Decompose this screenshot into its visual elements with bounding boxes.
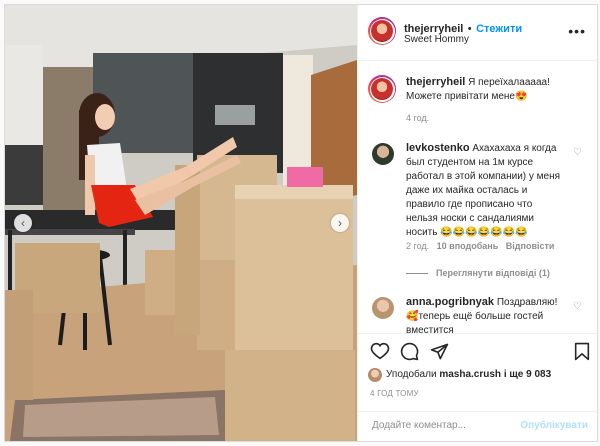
comment-like-icon[interactable]: ♡ <box>573 301 582 312</box>
like-icon[interactable] <box>370 342 390 360</box>
caption-time[interactable]: 4 год. <box>406 113 429 123</box>
author-avatar[interactable] <box>368 17 396 45</box>
post-timestamp[interactable]: 4 ГОД ТОМУ <box>370 389 419 398</box>
post-sidebar: thejerryheil • Стежити Sweet Hommy ••• t… <box>357 5 597 441</box>
follow-button[interactable]: Стежити <box>476 23 522 35</box>
comment-input[interactable]: Додайте коментар... <box>372 420 466 431</box>
comment-like-icon[interactable]: ♡ <box>573 147 582 158</box>
view-replies-button[interactable]: Переглянути відповіді (1) <box>406 268 550 278</box>
post-modal: ‹ › thejerryheil • Стежити Sweet Hommy •… <box>4 4 598 442</box>
comment-username[interactable]: levkostenko <box>406 142 470 154</box>
comment-time[interactable]: 2 год. <box>406 241 429 251</box>
chevron-left-icon: ‹ <box>21 216 25 230</box>
comments-list: thejerryheil Я переїхалааааа! Можете при… <box>358 61 597 333</box>
photo-next-button[interactable]: › <box>331 214 349 232</box>
chevron-right-icon: › <box>338 216 342 230</box>
comment-likes[interactable]: 10 вподобань <box>437 241 499 251</box>
share-icon[interactable] <box>430 342 449 361</box>
comment-avatar[interactable] <box>372 297 394 319</box>
post-location[interactable]: Sweet Hommy <box>404 34 469 45</box>
comment-avatar[interactable] <box>372 143 394 165</box>
add-comment-bar: Додайте коментар... Опублікувати <box>358 411 597 441</box>
comment-icon[interactable] <box>400 342 419 361</box>
action-bar: Уподобали masha.crush і ще 9 083 4 ГОД Т… <box>358 333 597 413</box>
liker-avatar[interactable] <box>368 368 382 382</box>
caption-avatar[interactable] <box>368 75 396 103</box>
more-options-icon[interactable]: ••• <box>568 23 586 39</box>
likes-summary: Уподобали masha.crush і ще 9 083 <box>386 369 552 380</box>
caption-username[interactable]: thejerryheil <box>406 76 465 88</box>
likes-count[interactable]: і ще 9 083 <box>504 369 551 380</box>
publish-button[interactable]: Опублікувати <box>520 420 588 431</box>
reply-button[interactable]: Відповісти <box>506 241 555 251</box>
post-header: thejerryheil • Стежити Sweet Hommy ••• <box>358 5 597 61</box>
photo-prev-button[interactable]: ‹ <box>14 214 32 232</box>
post-photo[interactable]: ‹ › <box>5 5 357 441</box>
save-icon[interactable] <box>574 342 590 361</box>
photo-illustration <box>5 5 357 441</box>
comment-text: Ахахахаха я когда был студентом на 1м ку… <box>406 143 561 238</box>
comment-username[interactable]: anna.pogribnyak <box>406 296 494 308</box>
liker-username[interactable]: masha.crush <box>439 369 501 380</box>
